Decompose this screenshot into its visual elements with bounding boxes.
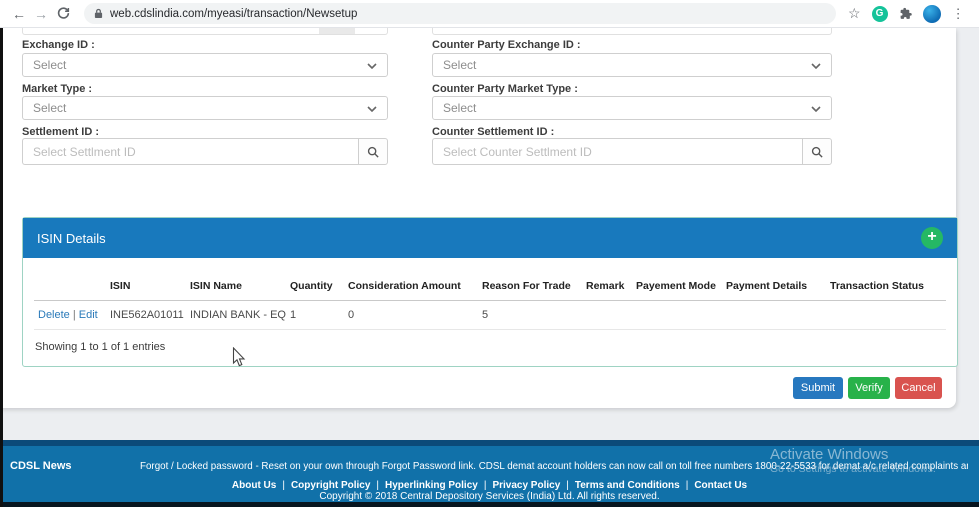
row-actions: Delete | Edit <box>34 301 106 330</box>
site-footer: CDSL News Forgot / Locked password - Res… <box>0 446 979 502</box>
market-type-label: Market Type : <box>22 83 92 95</box>
cutoff-button <box>319 28 355 34</box>
panel-title: ISIN Details <box>37 231 106 246</box>
cell-isin: INE562A01011 <box>106 301 186 330</box>
exchange-id-label: Exchange ID : <box>22 39 95 51</box>
counter-settlement-id-label: Counter Settlement ID : <box>432 126 554 138</box>
url-text: web.cdslindia.com/myeasi/transaction/New… <box>110 8 357 20</box>
market-type-select[interactable]: Select <box>22 96 388 120</box>
settlement-search-button[interactable] <box>358 138 388 165</box>
menu-dots-icon[interactable]: ⋮ <box>952 6 965 22</box>
edit-link[interactable]: Edit <box>79 309 98 321</box>
chevron-down-icon <box>367 58 377 72</box>
settlement-id-input[interactable] <box>22 138 358 165</box>
table-entries-summary: Showing 1 to 1 of 1 entries <box>35 341 957 353</box>
col-payment-details: Payment Details <box>722 278 826 301</box>
verify-button[interactable]: Verify <box>848 377 890 399</box>
grammarly-extension-icon[interactable]: G <box>872 6 888 22</box>
back-icon[interactable]: ← <box>8 6 30 22</box>
footer-link-privacy-policy[interactable]: Privacy Policy <box>492 480 560 491</box>
chrome-actions: ☆ G ⋮ <box>848 5 965 23</box>
counter-settlement-id-input[interactable] <box>432 138 802 165</box>
isin-table: ISIN ISIN Name Quantity Consideration Am… <box>34 278 946 330</box>
reload-icon[interactable] <box>52 6 74 22</box>
transaction-form-card: Exchange ID : Select Counter Party Excha… <box>0 28 956 408</box>
counter-party-exchange-id-select[interactable]: Select <box>432 53 832 77</box>
chevron-down-icon <box>367 101 377 115</box>
settlement-id-label: Settlement ID : <box>22 126 99 138</box>
cutoff-field-right <box>432 28 832 35</box>
isin-table-row: Delete | Edit INE562A01011 INDIAN BANK -… <box>34 301 946 330</box>
cell-quantity: 1 <box>286 301 344 330</box>
footer-link-about-us[interactable]: About Us <box>232 480 276 491</box>
col-payement-mode: Payement Mode <box>632 278 722 301</box>
counter-party-market-type-label: Counter Party Market Type : <box>432 83 578 95</box>
cancel-button[interactable]: Cancel <box>895 377 942 399</box>
col-quantity: Quantity <box>286 278 344 301</box>
footer-link-hyperlinking-policy[interactable]: Hyperlinking Policy <box>385 480 478 491</box>
news-ticker: Forgot / Locked password - Reset on your… <box>140 461 968 472</box>
counter-party-market-type-select[interactable]: Select <box>432 96 832 120</box>
footer-link-copyright-policy[interactable]: Copyright Policy <box>291 480 370 491</box>
col-isin: ISIN <box>106 278 186 301</box>
footer-link-terms-and-conditions[interactable]: Terms and Conditions <box>575 480 680 491</box>
browser-chrome: ← → web.cdslindia.com/myeasi/transaction… <box>0 0 979 28</box>
cell-payment-details <box>722 301 826 330</box>
lock-icon <box>94 8 103 19</box>
col-actions <box>34 278 106 301</box>
col-consideration-amount: Consideration Amount <box>344 278 478 301</box>
copyright-text: Copyright © 2018 Central Depository Serv… <box>0 491 979 502</box>
forward-icon[interactable]: → <box>30 6 52 22</box>
screen-bottom-edge <box>0 502 979 507</box>
profile-avatar[interactable] <box>923 5 941 23</box>
col-isin-name: ISIN Name <box>186 278 286 301</box>
cell-reason-for-trade: 5 <box>478 301 582 330</box>
address-bar[interactable]: web.cdslindia.com/myeasi/transaction/New… <box>84 3 836 24</box>
submit-button[interactable]: Submit <box>793 377 843 399</box>
cell-transaction-status <box>826 301 946 330</box>
exchange-id-select[interactable]: Select <box>22 53 388 77</box>
bookmark-star-icon[interactable]: ☆ <box>848 5 861 22</box>
footer-links: About Us|Copyright Policy|Hyperlinking P… <box>0 480 979 491</box>
cutoff-field-left <box>22 28 388 35</box>
counter-party-exchange-id-label: Counter Party Exchange ID : <box>432 39 581 51</box>
isin-table-header-row: ISIN ISIN Name Quantity Consideration Am… <box>34 278 946 301</box>
counter-settlement-search-button[interactable] <box>802 138 832 165</box>
cell-payement-mode <box>632 301 722 330</box>
col-transaction-status: Transaction Status <box>826 278 946 301</box>
chevron-down-icon <box>811 58 821 72</box>
screen-left-edge <box>0 28 3 507</box>
cell-isin-name: INDIAN BANK - EQ <box>186 301 286 330</box>
counter-settlement-id-field <box>432 138 832 165</box>
extensions-puzzle-icon[interactable] <box>899 7 912 20</box>
footer-link-contact-us[interactable]: Contact Us <box>694 480 747 491</box>
isin-details-panel: ISIN Details + ISIN ISIN Name Quantity C… <box>22 217 958 367</box>
delete-link[interactable]: Delete <box>38 309 70 321</box>
settlement-id-field <box>22 138 388 165</box>
col-remark: Remark <box>582 278 632 301</box>
add-isin-button[interactable]: + <box>921 227 943 249</box>
chevron-down-icon <box>811 101 821 115</box>
cdsl-news-label: CDSL News <box>10 460 72 472</box>
col-reason-for-trade: Reason For Trade <box>478 278 582 301</box>
cell-consideration-amount: 0 <box>344 301 478 330</box>
isin-details-header: ISIN Details + <box>23 218 957 258</box>
cell-remark <box>582 301 632 330</box>
